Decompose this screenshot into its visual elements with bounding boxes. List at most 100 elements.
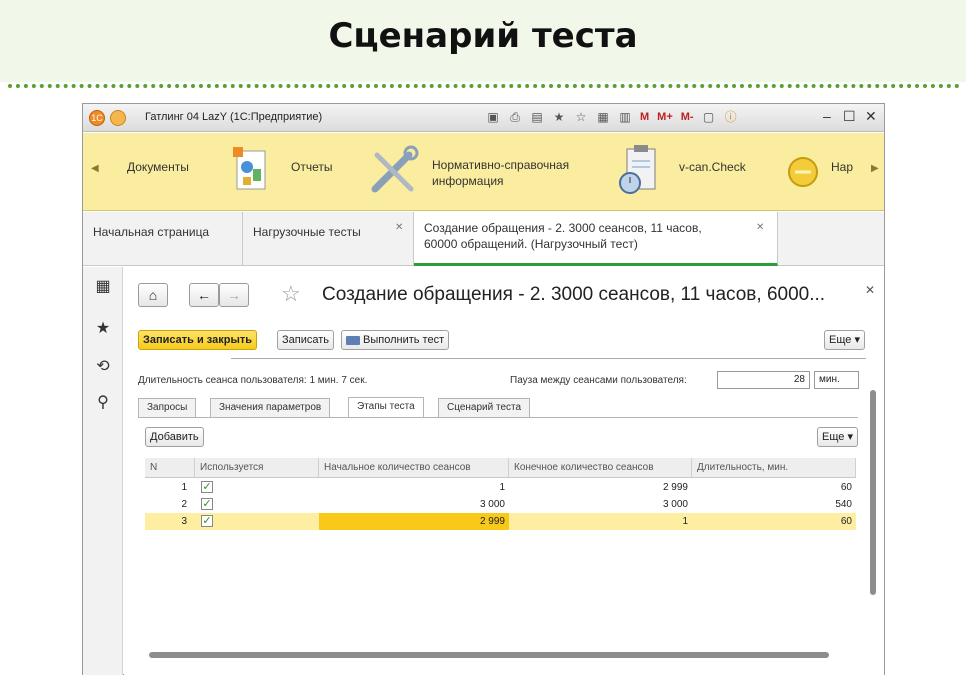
- title-bar: 1C Гатлинг 04 LazY (1С:Предприятие) ▣ ⎙ …: [83, 104, 884, 132]
- section-reference-info[interactable]: Нормативно-справочная информация: [432, 157, 569, 189]
- section-more[interactable]: Нар: [831, 159, 853, 175]
- tools-icon[interactable]: [369, 145, 419, 195]
- end-sessions-cell[interactable]: 3 000: [509, 496, 692, 513]
- scroll-left-icon[interactable]: ◀: [91, 163, 99, 174]
- pause-unit-select[interactable]: мин.: [814, 371, 859, 389]
- table-row[interactable]: 1 ✓ 1 2 999 60: [145, 479, 856, 496]
- form-close-icon[interactable]: ✕: [865, 283, 875, 297]
- row-number: 1: [181, 482, 187, 493]
- save-icon[interactable]: ▣: [485, 108, 501, 126]
- preview-icon[interactable]: ▤: [529, 108, 545, 126]
- tab-create-request-line2: 60000 обращений. (Нагрузочный тест): [424, 237, 638, 251]
- memory-mminus-button[interactable]: M-: [680, 108, 695, 126]
- info-icon[interactable]: ⓘ: [723, 108, 739, 126]
- more-actions-label: Еще: [829, 334, 852, 346]
- more-actions-button[interactable]: Еще ▾: [824, 330, 865, 350]
- vertical-scroll-thumb[interactable]: [870, 390, 876, 595]
- column-header-start-sessions[interactable]: Начальное количество сеансов: [319, 458, 509, 478]
- row-number: 2: [181, 499, 187, 510]
- tab-test-scenario[interactable]: Сценарий теста: [438, 398, 531, 417]
- section-reference-info-line1: Нормативно-справочная: [432, 158, 570, 172]
- form-title: Создание обращения - 2. 3000 сеансов, 11…: [322, 284, 826, 305]
- settings-section-icon[interactable]: [786, 155, 820, 189]
- run-test-button[interactable]: Выполнить тест: [341, 330, 450, 350]
- maximize-icon[interactable]: ☐: [843, 108, 856, 125]
- column-header-end-sessions[interactable]: Конечное количество сеансов: [509, 458, 692, 478]
- column-header-duration[interactable]: Длительность, мин.: [692, 458, 856, 478]
- 1c-logo-icon[interactable]: 1C: [89, 110, 105, 126]
- close-icon[interactable]: ✕: [865, 108, 877, 125]
- duration-cell[interactable]: 540: [692, 496, 856, 513]
- section-documents[interactable]: Документы: [127, 159, 189, 175]
- section-reports[interactable]: Отчеты: [291, 159, 332, 175]
- home-button[interactable]: ⌂: [138, 283, 168, 307]
- minimize-icon[interactable]: –: [823, 108, 831, 124]
- clipboard-clock-icon[interactable]: [619, 143, 663, 197]
- forward-button[interactable]: →: [219, 283, 249, 307]
- main-menu-icon[interactable]: [110, 110, 126, 126]
- panel-icon[interactable]: ▢: [701, 108, 717, 126]
- table-row[interactable]: 2 ✓ 3 000 3 000 540: [145, 496, 856, 513]
- window-title: Гатлинг 04 LazY (1С:Предприятие): [145, 111, 323, 123]
- app-window: 1C Гатлинг 04 LazY (1С:Предприятие) ▣ ⎙ …: [82, 103, 885, 675]
- favorites-icon[interactable]: ★: [551, 108, 567, 126]
- table-more-label: Еще: [822, 431, 845, 443]
- title-toolbar: ▣ ⎙ ▤ ★ ☆ ▦ ▥ M M+ M- ▢ ⓘ: [485, 108, 739, 126]
- history-icon[interactable]: ⟲: [93, 357, 113, 377]
- start-sessions-cell[interactable]: 1: [319, 479, 509, 496]
- add-favorite-star-icon[interactable]: ☆: [281, 281, 301, 307]
- duration-cell[interactable]: 60: [692, 479, 856, 496]
- column-header-n[interactable]: N: [145, 458, 195, 478]
- vertical-scrollbar[interactable]: [867, 362, 879, 642]
- start-sessions-cell[interactable]: 2 999: [319, 513, 509, 530]
- back-button[interactable]: ←: [189, 283, 219, 307]
- end-sessions-cell[interactable]: 2 999: [509, 479, 692, 496]
- reports-icon[interactable]: [233, 147, 269, 193]
- open-windows-tabs: Начальная страница Нагрузочные тесты ✕ С…: [83, 212, 884, 266]
- close-icon[interactable]: ✕: [756, 220, 764, 236]
- horizontal-scroll-thumb[interactable]: [149, 652, 829, 658]
- table-row-selected[interactable]: 3 ✓ 2 999 1 60: [145, 513, 856, 530]
- add-button[interactable]: Добавить: [145, 427, 204, 447]
- tab-requests[interactable]: Запросы: [138, 398, 197, 417]
- row-number: 3: [181, 516, 187, 527]
- tab-load-tests[interactable]: Нагрузочные тесты ✕: [243, 212, 414, 266]
- session-duration-text: Длительность сеанса пользователя: 1 мин.…: [138, 375, 368, 386]
- tab-test-stages[interactable]: Этапы теста: [348, 397, 424, 417]
- print-icon[interactable]: ⎙: [507, 108, 523, 126]
- used-checkbox[interactable]: ✓: [201, 498, 213, 510]
- memory-mplus-button[interactable]: M+: [656, 108, 674, 126]
- search-icon[interactable]: ⚲: [93, 393, 113, 413]
- history-icon[interactable]: ☆: [573, 108, 589, 126]
- group-border: [231, 358, 866, 359]
- table-more-button[interactable]: Еще ▾: [817, 427, 858, 447]
- close-icon[interactable]: ✕: [395, 220, 403, 236]
- horizontal-scrollbar[interactable]: [135, 649, 855, 661]
- section-reference-info-line2: информация: [432, 174, 504, 188]
- tab-home-page[interactable]: Начальная страница: [83, 212, 243, 266]
- calculator-icon[interactable]: ▦: [595, 108, 611, 126]
- memory-m-button[interactable]: M: [639, 108, 650, 126]
- tab-parameter-values[interactable]: Значения параметров: [210, 398, 331, 417]
- tab-create-request-line1: Создание обращения - 2. 3000 сеансов, 11…: [424, 221, 702, 235]
- used-checkbox[interactable]: ✓: [201, 481, 213, 493]
- calendar-icon[interactable]: ▥: [617, 108, 633, 126]
- slide-title: Сценарий теста: [328, 16, 638, 56]
- start-sessions-cell[interactable]: 3 000: [319, 496, 509, 513]
- tab-bar-line: [138, 417, 858, 418]
- favorites-star-icon[interactable]: ★: [93, 319, 113, 339]
- tab-create-request[interactable]: Создание обращения - 2. 3000 сеансов, 11…: [414, 212, 778, 266]
- tab-home-page-label: Начальная страница: [93, 225, 210, 239]
- save-button[interactable]: Записать: [277, 330, 335, 350]
- apps-grid-icon[interactable]: ▦: [93, 277, 113, 297]
- end-sessions-cell[interactable]: 1: [509, 513, 692, 530]
- pause-input[interactable]: 28: [717, 371, 810, 389]
- sections-panel: ◀ Документы Отчеты Нормативно-справочная…: [83, 133, 884, 211]
- column-header-used[interactable]: Используется: [195, 458, 319, 478]
- save-and-close-button[interactable]: Записать и закрыть: [138, 330, 258, 350]
- slide-header: Сценарий теста: [0, 0, 966, 82]
- scroll-right-icon[interactable]: ▶: [871, 163, 879, 174]
- section-vcan-check[interactable]: v-can.Check: [679, 159, 746, 175]
- duration-cell[interactable]: 60: [692, 513, 856, 530]
- used-checkbox[interactable]: ✓: [201, 515, 213, 527]
